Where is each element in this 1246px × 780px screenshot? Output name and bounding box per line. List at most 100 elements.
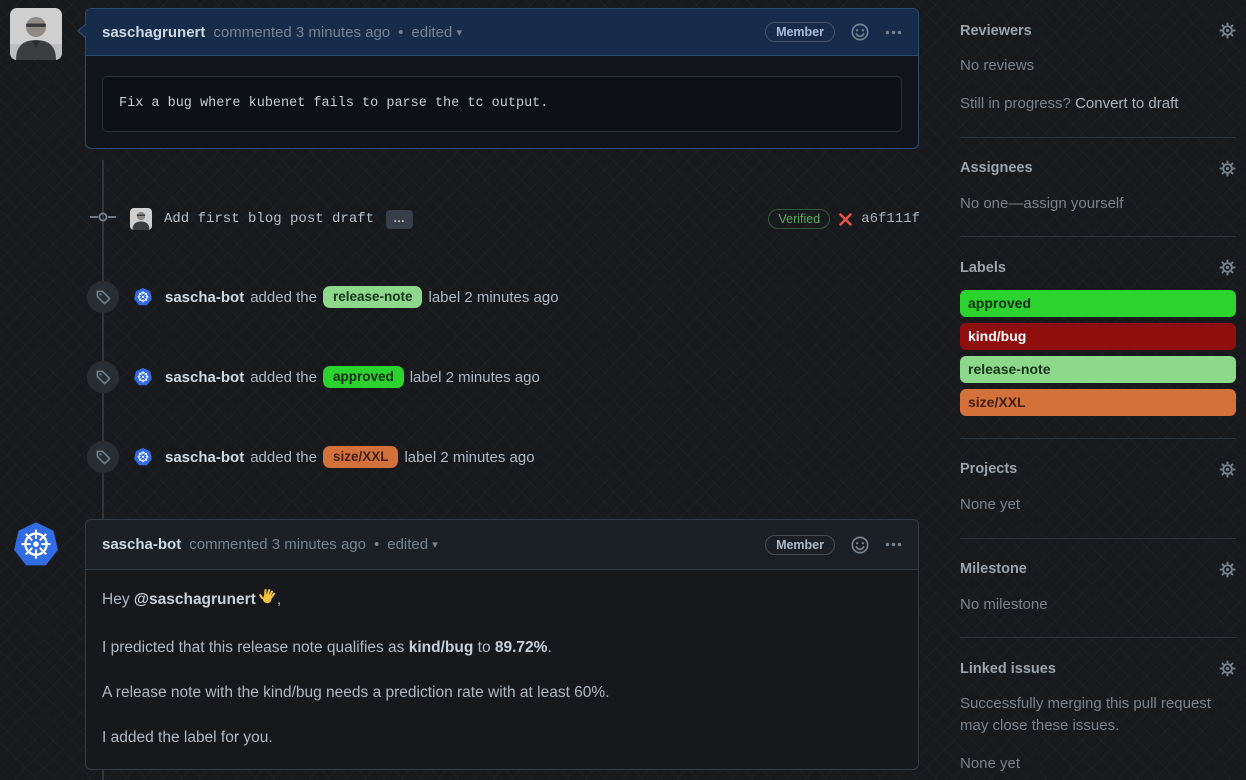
gear-icon[interactable] bbox=[1219, 22, 1236, 39]
comment-paragraph: I predicted that this release note quali… bbox=[102, 638, 902, 659]
smiley-icon bbox=[851, 23, 869, 41]
bot-avatar[interactable] bbox=[10, 519, 62, 571]
avatar[interactable] bbox=[130, 208, 152, 230]
event-actor[interactable]: sascha-bot bbox=[165, 369, 244, 386]
bot-avatar[interactable] bbox=[132, 446, 154, 468]
sidebar-section-linked-issues: Linked issues Successfully merging this … bbox=[960, 638, 1236, 780]
add-reaction-button[interactable] bbox=[851, 536, 869, 554]
pull-request-conversation-page: saschagrunert commented 3 minutes ago • … bbox=[0, 0, 1246, 780]
linked-issues-status: None yet bbox=[960, 753, 1236, 775]
user-mention-link[interactable]: @saschagrunert bbox=[134, 591, 256, 608]
labels-list: approved kind/bug release-note size/XXL bbox=[960, 290, 1236, 416]
member-badge: Member bbox=[765, 22, 835, 42]
comment-author[interactable]: sascha-bot bbox=[102, 536, 181, 553]
kebab-icon bbox=[885, 542, 902, 547]
label-badge[interactable]: release-note bbox=[323, 286, 423, 309]
label-size-xxl[interactable]: size/XXL bbox=[960, 389, 1236, 416]
add-reaction-button[interactable] bbox=[851, 23, 869, 41]
avatar[interactable] bbox=[10, 8, 62, 60]
sidebar-section-assignees: Assignees No one—assign yourself bbox=[960, 138, 1236, 238]
label-event: sascha-bot added the release-note label … bbox=[85, 280, 920, 314]
label-approved[interactable]: approved bbox=[960, 290, 1236, 317]
commit-event: Add first blog post draft … Verified a6f… bbox=[85, 204, 920, 234]
gear-icon[interactable] bbox=[1219, 160, 1236, 177]
sidebar-section-labels: Labels approved kind/bug release-note si… bbox=[960, 237, 1236, 439]
bot-avatar[interactable] bbox=[132, 286, 154, 308]
section-title: Labels bbox=[960, 260, 1006, 276]
convert-to-draft-link[interactable]: Convert to draft bbox=[1075, 95, 1178, 112]
event-action: added the bbox=[250, 369, 317, 386]
gear-icon[interactable] bbox=[1219, 561, 1236, 578]
event-suffix: label 2 minutes ago bbox=[410, 369, 540, 386]
section-title: Assignees bbox=[960, 160, 1033, 176]
section-title: Reviewers bbox=[960, 23, 1032, 39]
section-title: Milestone bbox=[960, 561, 1027, 577]
label-badge[interactable]: approved bbox=[323, 366, 404, 389]
comment-header: sascha-bot commented 3 minutes ago • edi… bbox=[86, 520, 918, 570]
sidebar-section-reviewers: Reviewers No reviews Still in progress? … bbox=[960, 0, 1236, 138]
label-badge[interactable]: size/XXL bbox=[323, 446, 399, 469]
sidebar-section-milestone: Milestone No milestone bbox=[960, 539, 1236, 639]
comment-author[interactable]: saschagrunert bbox=[102, 24, 205, 41]
tag-icon bbox=[87, 281, 119, 313]
event-action: added the bbox=[250, 449, 317, 466]
tag-icon bbox=[87, 441, 119, 473]
comment-meta[interactable]: commented 3 minutes ago bbox=[213, 24, 390, 41]
label-event: sascha-bot added the approved label 2 mi… bbox=[85, 360, 920, 394]
dot-separator: • bbox=[398, 24, 403, 41]
comment-sascha-bot: sascha-bot commented 3 minutes ago • edi… bbox=[85, 519, 919, 770]
comment-paragraph: I added the label for you. bbox=[102, 728, 902, 749]
commit-message-link[interactable]: Add first blog post draft bbox=[164, 211, 374, 227]
gear-icon[interactable] bbox=[1219, 461, 1236, 478]
comment-body: Fix a bug where kubenet fails to parse t… bbox=[86, 56, 918, 148]
kebab-icon bbox=[885, 30, 902, 35]
commit-sha-link[interactable]: a6f111f bbox=[861, 211, 920, 227]
smiley-icon bbox=[851, 536, 869, 554]
reviewers-status: No reviews bbox=[960, 55, 1236, 77]
tag-icon bbox=[87, 361, 119, 393]
section-title: Projects bbox=[960, 461, 1017, 477]
comment-paragraph: A release note with the kind/bug needs a… bbox=[102, 683, 902, 704]
kebab-menu-button[interactable] bbox=[885, 542, 902, 547]
sidebar-section-projects: Projects None yet bbox=[960, 439, 1236, 539]
event-suffix: label 2 minutes ago bbox=[428, 289, 558, 306]
bot-avatar[interactable] bbox=[132, 366, 154, 388]
event-suffix: label 2 minutes ago bbox=[404, 449, 534, 466]
comment-saschagrunert: saschagrunert commented 3 minutes ago • … bbox=[85, 8, 919, 149]
assignees-status[interactable]: No one—assign yourself bbox=[960, 193, 1236, 215]
event-actor[interactable]: sascha-bot bbox=[165, 289, 244, 306]
projects-status: None yet bbox=[960, 494, 1236, 516]
chevron-down-icon: ▾ bbox=[432, 539, 438, 551]
edited-dropdown[interactable]: edited ▾ bbox=[387, 536, 438, 553]
comment-meta[interactable]: commented 3 minutes ago bbox=[189, 536, 366, 553]
timeline-line bbox=[102, 770, 104, 780]
chevron-down-icon: ▾ bbox=[456, 27, 462, 39]
gear-icon[interactable] bbox=[1219, 259, 1236, 276]
edited-dropdown[interactable]: edited ▾ bbox=[411, 24, 462, 41]
dot-separator: • bbox=[374, 536, 379, 553]
failed-check-x-icon[interactable] bbox=[838, 212, 853, 227]
event-actor[interactable]: sascha-bot bbox=[165, 449, 244, 466]
event-action: added the bbox=[250, 289, 317, 306]
expand-commit-button[interactable]: … bbox=[386, 210, 413, 229]
milestone-status: No milestone bbox=[960, 594, 1236, 616]
draft-hint: Still in progress? bbox=[960, 95, 1075, 112]
kebab-menu-button[interactable] bbox=[885, 30, 902, 35]
git-commit-icon bbox=[90, 209, 116, 230]
code-block: Fix a bug where kubenet fails to parse t… bbox=[102, 76, 902, 132]
label-event: sascha-bot added the size/XXL label 2 mi… bbox=[85, 440, 920, 474]
gear-icon[interactable] bbox=[1219, 660, 1236, 677]
kubernetes-logo-icon bbox=[10, 519, 62, 571]
label-release-note[interactable]: release-note bbox=[960, 356, 1236, 383]
user-photo-avatar bbox=[10, 8, 62, 60]
comment-header: saschagrunert commented 3 minutes ago • … bbox=[86, 9, 918, 56]
sidebar: Reviewers No reviews Still in progress? … bbox=[960, 0, 1236, 780]
verified-badge[interactable]: Verified bbox=[768, 209, 830, 229]
linked-issues-hint: Successfully merging this pull request m… bbox=[960, 693, 1236, 737]
label-kind-bug[interactable]: kind/bug bbox=[960, 323, 1236, 350]
comment-body: Hey @saschagrunert, I predicted that thi… bbox=[86, 570, 918, 770]
section-title: Linked issues bbox=[960, 661, 1056, 677]
comment-caret bbox=[85, 534, 86, 550]
member-badge: Member bbox=[765, 535, 835, 555]
comment-paragraph: Hey @saschagrunert, bbox=[102, 588, 902, 614]
